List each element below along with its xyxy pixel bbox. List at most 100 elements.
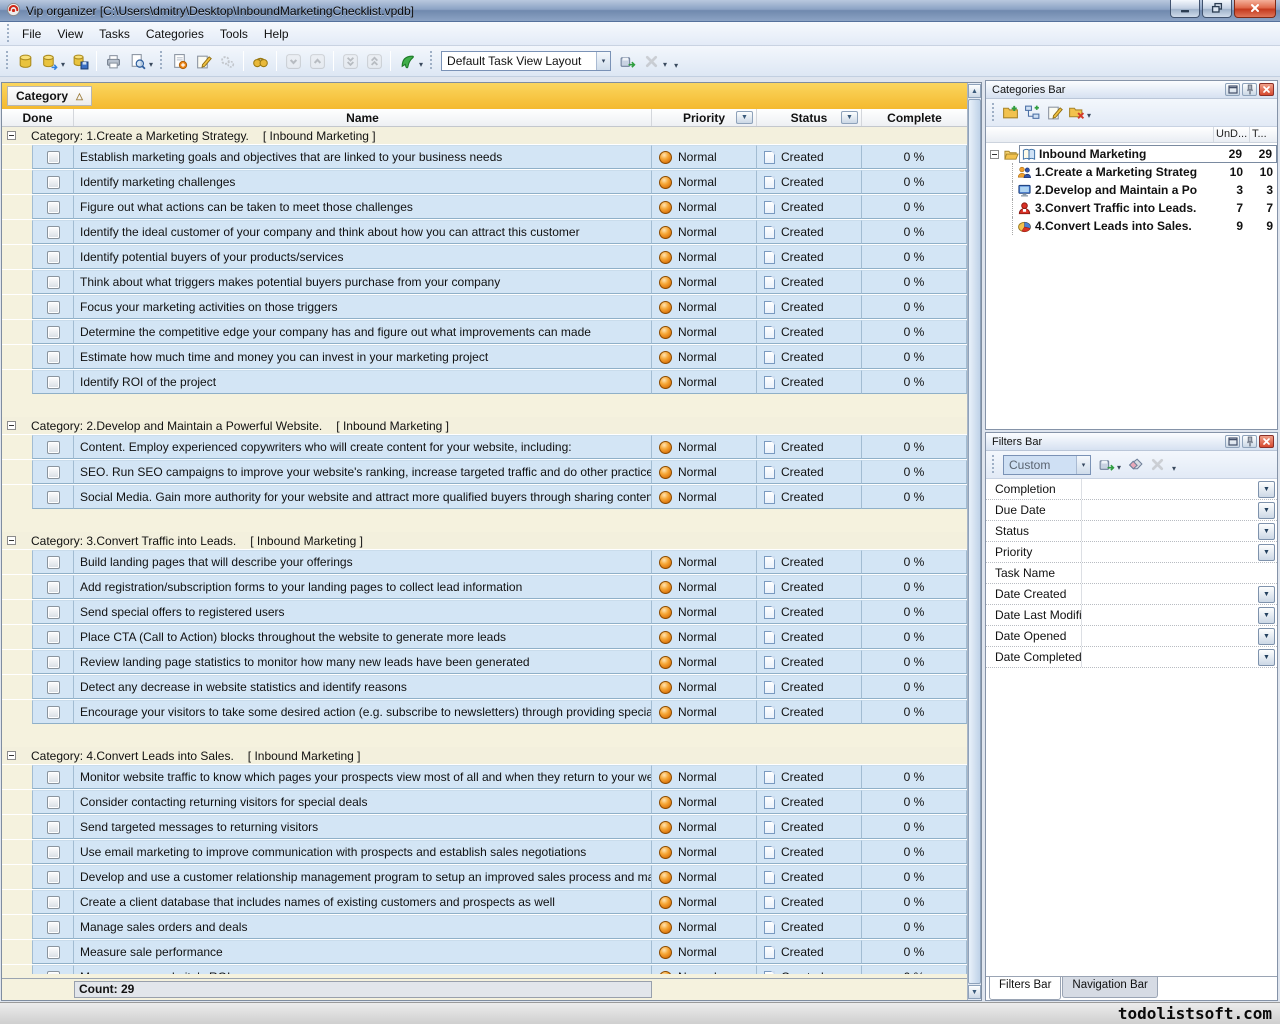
done-checkbox[interactable] [47,631,60,644]
task-row[interactable]: Social Media. Gain more authority for yo… [2,484,981,509]
add-category-button[interactable] [999,102,1021,124]
dropdown-caret-icon[interactable]: ▾ [1087,111,1091,120]
print-button[interactable] [101,49,125,73]
column-header-status[interactable]: Status ▼ [757,109,862,126]
edit-category-button[interactable] [1043,102,1065,124]
new-database-button[interactable] [13,49,37,73]
category-tree-root[interactable]: Inbound Marketing 29 29 [986,145,1277,163]
toolbar-overflow-button[interactable]: ▾ [674,53,678,70]
done-checkbox[interactable] [47,796,60,809]
column-header-priority[interactable]: Priority ▼ [652,109,757,126]
notification-button[interactable] [395,49,419,73]
combo-dropdown-icon[interactable]: ▾ [1076,456,1090,474]
dropdown-caret-icon[interactable]: ▾ [419,60,423,69]
filter-dropdown-button[interactable]: ▼ [1258,523,1275,540]
task-row[interactable]: Measure your website's ROI Normal Create… [2,964,981,974]
save-layout-button[interactable] [615,49,639,73]
menu-categories[interactable]: Categories [138,23,212,45]
task-row[interactable]: Send special offers to registered users … [2,599,981,624]
add-subcategory-button[interactable] [1021,102,1043,124]
filter-value-area[interactable] [1081,542,1258,562]
done-checkbox[interactable] [47,821,60,834]
filter-value-area[interactable] [1081,584,1258,604]
panel-restore-button[interactable] [1225,435,1240,448]
filter-dropdown-button[interactable]: ▼ [1258,544,1275,561]
task-row[interactable]: Focus your marketing activities on those… [2,294,981,319]
filter-value-area[interactable] [1081,521,1258,541]
filter-dropdown-button[interactable]: ▼ [1258,607,1275,624]
open-database-button[interactable] [37,49,61,73]
task-row[interactable]: Manage sales orders and deals Normal Cre… [2,914,981,939]
category-group-header[interactable]: Category: 1.Create a Marketing Strategy.… [2,127,981,144]
panel-close-button[interactable] [1259,83,1274,96]
task-row[interactable]: Encourage your visitors to take some des… [2,699,981,724]
find-button[interactable] [248,49,272,73]
done-checkbox[interactable] [47,201,60,214]
filter-value-area[interactable] [1081,563,1258,583]
done-checkbox[interactable] [47,276,60,289]
task-row[interactable]: Measure sale performance Normal Created … [2,939,981,964]
done-checkbox[interactable] [47,971,60,975]
done-checkbox[interactable] [47,556,60,569]
task-row[interactable]: Create a client database that includes n… [2,889,981,914]
panel-pin-button[interactable] [1242,83,1257,96]
task-row[interactable]: Determine the competitive edge your comp… [2,319,981,344]
done-checkbox[interactable] [47,351,60,364]
filter-value-area[interactable] [1081,605,1258,625]
done-checkbox[interactable] [47,771,60,784]
filter-value-area[interactable] [1081,647,1258,667]
menu-view[interactable]: View [49,23,91,45]
delete-category-button[interactable] [1065,102,1087,124]
done-checkbox[interactable] [47,226,60,239]
task-row[interactable]: Identify marketing challenges Normal Cre… [2,169,981,194]
column-header-done[interactable]: Done [2,109,74,126]
task-row[interactable]: Estimate how much time and money you can… [2,344,981,369]
done-checkbox[interactable] [47,441,60,454]
done-checkbox[interactable] [47,871,60,884]
task-row[interactable]: Review landing page statistics to monito… [2,649,981,674]
dropdown-caret-icon[interactable]: ▾ [61,60,65,69]
print-preview-button[interactable] [125,49,149,73]
new-task-button[interactable] [167,49,191,73]
menu-file[interactable]: File [14,23,49,45]
category-tree-item[interactable]: 2.Develop and Maintain a Po 3 3 [986,181,1277,199]
layout-combo[interactable]: Default Task View Layout▾ [441,51,611,71]
edit-task-button[interactable] [191,49,215,73]
task-row[interactable]: Think about what triggers makes potentia… [2,269,981,294]
dropdown-caret-icon[interactable]: ▾ [1117,463,1121,472]
menu-help[interactable]: Help [256,23,297,45]
collapse-group-icon[interactable] [7,751,16,760]
done-checkbox[interactable] [47,896,60,909]
task-row[interactable]: Identify potential buyers of your produc… [2,244,981,269]
minimize-button[interactable] [1170,0,1200,18]
task-row[interactable]: Add registration/subscription forms to y… [2,574,981,599]
column-header-complete[interactable]: Complete [862,109,967,126]
task-row[interactable]: Figure out what actions can be taken to … [2,194,981,219]
collapse-group-icon[interactable] [7,421,16,430]
filter-dropdown-button[interactable]: ▼ [1258,649,1275,666]
task-row[interactable]: Build landing pages that will describe y… [2,549,981,574]
panel-restore-button[interactable] [1225,83,1240,96]
filter-preset-combo[interactable]: Custom▾ [1003,455,1091,475]
filter-dropdown-button[interactable]: ▼ [1258,586,1275,603]
category-tree-item[interactable]: 1.Create a Marketing Strateg 10 10 [986,163,1277,181]
dropdown-caret-icon[interactable]: ▾ [663,60,667,69]
done-checkbox[interactable] [47,946,60,959]
scroll-up-icon[interactable]: ▲ [968,84,981,98]
filter-dropdown-button[interactable]: ▼ [1258,502,1275,519]
done-checkbox[interactable] [47,376,60,389]
filter-value-area[interactable] [1081,500,1258,520]
scrollbar-thumb[interactable] [968,99,981,984]
done-checkbox[interactable] [47,846,60,859]
menu-tools[interactable]: Tools [212,23,256,45]
filter-dropdown-button[interactable]: ▼ [1258,481,1275,498]
combo-dropdown-icon[interactable]: ▾ [596,52,610,70]
scroll-down-icon[interactable]: ▼ [968,985,981,999]
task-row[interactable]: Develop and use a customer relationship … [2,864,981,889]
clear-filter-button[interactable] [1124,454,1146,476]
menu-tasks[interactable]: Tasks [91,23,138,45]
close-button[interactable] [1234,0,1276,18]
group-by-category-chip[interactable]: Category △ [7,86,92,106]
collapse-group-icon[interactable] [7,131,16,140]
done-checkbox[interactable] [47,491,60,504]
